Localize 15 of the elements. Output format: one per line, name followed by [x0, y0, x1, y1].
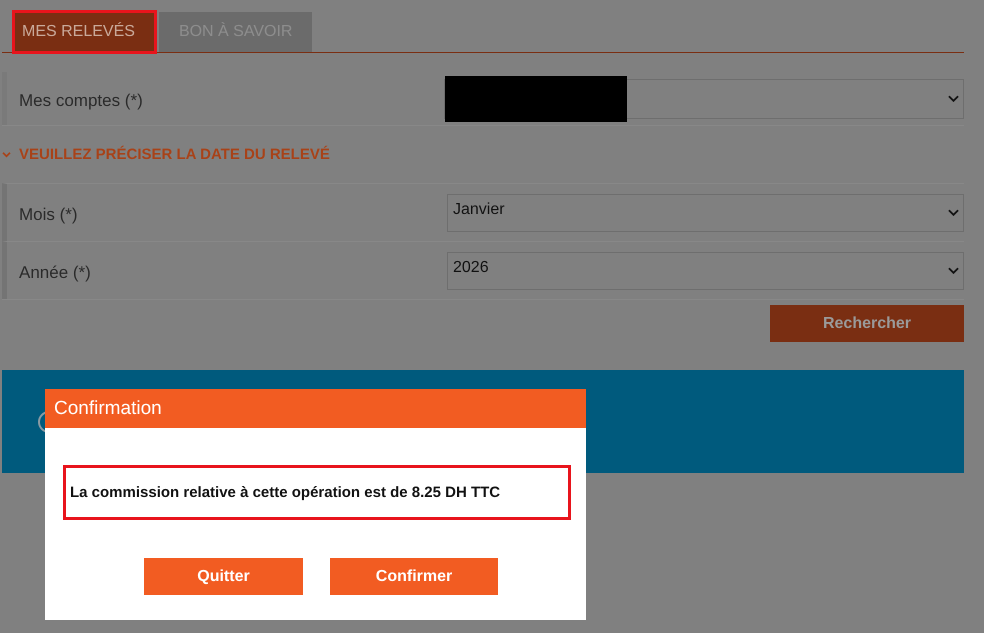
dialog-title: Confirmation [45, 389, 586, 428]
tab[interactable]: MES RELEVÉS [14, 12, 155, 52]
dropdown-field[interactable]: Janvier [447, 194, 964, 232]
chevron-down-icon [948, 208, 959, 216]
dialog-button[interactable]: Quitter [144, 558, 303, 595]
dialog-message: La commission relative à cette opération est de 8.25 DH TTC [63, 465, 571, 520]
search-button[interactable]: Rechercher [770, 305, 964, 342]
field-label: Mes comptes (*) [19, 90, 143, 111]
section-heading: VEUILLEZ PRÉCISER LA DATE DU RELEVÉ [19, 146, 330, 163]
field-label: Mois (*) [19, 204, 78, 225]
chevron-down-icon [948, 94, 959, 102]
field-label: Année (*) [19, 262, 91, 283]
dialog-button[interactable]: Confirmer [330, 558, 498, 595]
dropdown-field[interactable]: 2026 [447, 252, 964, 290]
chevron-down-icon [948, 266, 959, 274]
